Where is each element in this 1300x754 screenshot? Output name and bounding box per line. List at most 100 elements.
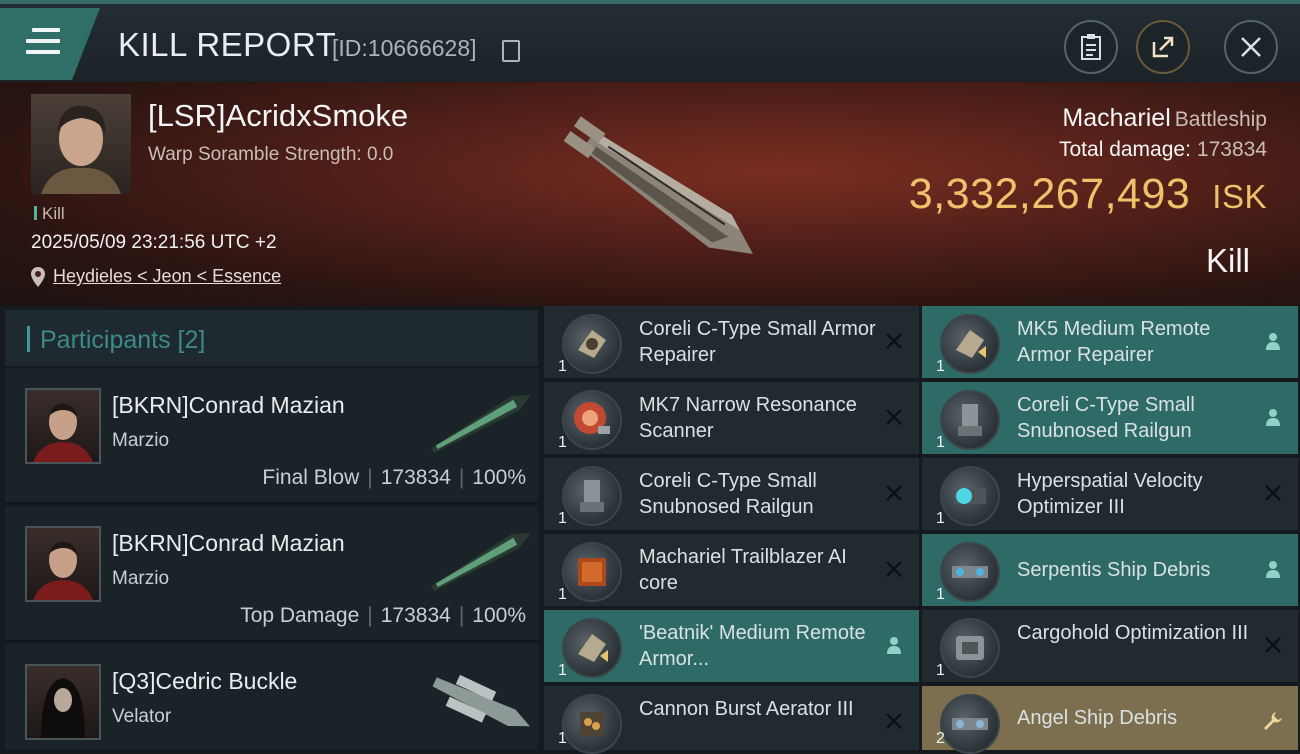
dropped-person-icon [1260,404,1286,430]
cargohold-icon [940,618,1000,678]
isk-value: 3,332,267,493 ISK [909,170,1267,219]
report-button[interactable] [1064,20,1118,74]
hamburger-icon [26,28,60,61]
item-name: 'Beatnik' Medium Remote Armor... [639,622,866,670]
remote-armor-icon [562,618,622,678]
participant-damage: 173834 [380,466,451,489]
item-quantity: 1 [558,586,567,603]
ship-class: Battleship [1174,108,1267,131]
scanner-icon [562,390,622,450]
destroyed-icon [881,404,907,430]
item-row[interactable]: 1 Machariel Trailblazer AI core [544,534,919,610]
item-name: Machariel Trailblazer AI core [639,546,847,594]
item-row[interactable]: 1 Coreli C-Type Small Snubnosed Railgun [544,458,919,534]
participant-role: Final Blow [262,466,360,489]
share-icon [1152,36,1174,58]
participant-role: Top Damage [240,604,360,627]
kill-id: [ID:10666628] [332,35,477,61]
ship-name-text: Machariel [1062,104,1171,132]
item-row[interactable]: 1 Hyperspatial Velocity Optimizer III [922,458,1298,534]
participant-row[interactable]: [BKRN]Conrad Mazian Marzio Top Damage | 17… [5,506,538,642]
ai-core-icon [562,542,622,602]
location-link[interactable]: Heydieles < Jeon < Essence [31,266,281,287]
destroyed-icon [881,328,907,354]
item-name: Coreli C-Type Small Snubnosed Railgun [639,470,817,518]
kill-tag: Kill [34,204,65,224]
participants-header: Participants [2] [5,310,538,366]
participant-ship: Marzio [112,568,170,589]
isk-amount: 3,332,267,493 [908,170,1191,218]
dropped-person-icon [881,632,907,658]
item-row[interactable]: 1 MK7 Narrow Resonance Scanner [544,382,919,458]
item-quantity: 1 [936,434,945,451]
item-quantity: 1 [558,730,567,747]
remote-armor-icon [940,314,1000,374]
participant-ship-image [431,532,532,592]
participant-stats: Top Damage | 173834 | 100% [240,604,526,627]
wrench-icon [1260,708,1286,734]
kill-datetime: 2025/05/09 23:21:56 UTC +2 [31,232,277,253]
item-quantity: 1 [558,358,567,375]
item-row[interactable]: 2 Angel Ship Debris [922,686,1298,754]
item-quantity: 1 [558,510,567,527]
item-name: Hyperspatial Velocity Optimizer III [1017,470,1203,518]
item-name: MK5 Medium Remote Armor Repairer [1017,318,1211,366]
item-quantity: 1 [936,586,945,603]
victim-portrait[interactable] [31,94,131,194]
item-quantity: 1 [936,510,945,527]
item-name: Cargohold Optimization III [1017,622,1249,644]
item-row[interactable]: 1 Serpentis Ship Debris [922,534,1298,610]
armor-repairer-icon [562,314,622,374]
participant-name: [BKRN]Conrad Mazian [112,530,345,556]
total-damage-label: Total damage: [1059,138,1191,161]
participant-row[interactable]: [BKRN]Conrad Mazian Marzio Final Blow | 17… [5,368,538,504]
ship-image [563,116,753,254]
item-row[interactable]: 1 MK5 Medium Remote Armor Repairer [922,306,1298,382]
item-row[interactable]: 1 Coreli C-Type Small Armor Repairer [544,306,919,382]
railgun-icon [940,390,1000,450]
participant-name: [Q3]Cedric Buckle [112,668,298,694]
item-row[interactable]: 1 'Beatnik' Medium Remote Armor... [544,610,919,686]
participant-ship: Marzio [112,430,170,451]
item-name: Cannon Burst Aerator III [639,698,854,720]
participant-ship-image [432,674,530,727]
ship-name[interactable]: Machariel Battleship [1062,104,1267,133]
dropped-person-icon [1260,556,1286,582]
item-name: Coreli C-Type Small Snubnosed Railgun [1017,394,1195,442]
participant-percent: 100% [472,604,526,627]
item-quantity: 1 [936,358,945,375]
destroyed-icon [881,556,907,582]
victim-banner: [LSR]AcridxSmoke Warp Soramble Strength:… [0,82,1300,306]
item-row[interactable]: 1 Cargohold Optimization III [922,610,1298,686]
scram-strength: Warp Soramble Strength: 0.0 [148,144,394,165]
total-damage-value: 173834 [1196,138,1267,161]
location-pin-icon [31,266,45,287]
destroyed-icon [1260,480,1286,506]
participant-ship-image [431,394,532,454]
burst-aerator-icon [562,694,622,754]
destroyed-icon [881,480,907,506]
participant-ship: Velator [112,706,172,727]
participant-row[interactable]: [Q3]Cedric Buckle Velator [5,644,538,750]
close-button[interactable] [1224,20,1278,74]
close-icon [1241,37,1261,57]
velocity-optimizer-icon [940,466,1000,526]
railgun-icon [562,466,622,526]
participant-name: [BKRN]Conrad Mazian [112,392,345,418]
destroyed-icon [881,708,907,734]
item-row[interactable]: 1 Cannon Burst Aerator III [544,686,919,754]
ship-debris-icon [940,694,1000,754]
participant-avatar [25,388,101,464]
item-row[interactable]: 1 Coreli C-Type Small Snubnosed Railgun [922,382,1298,458]
copy-icon[interactable] [502,40,520,62]
menu-button[interactable] [0,8,100,80]
item-name: Serpentis Ship Debris [1017,559,1211,581]
victim-name[interactable]: [LSR]AcridxSmoke [148,98,408,134]
ship-debris-icon [940,542,1000,602]
location-text[interactable]: Heydieles < Jeon < Essence [53,266,281,287]
participants-title: Participants [2] [27,326,205,355]
participant-percent: 100% [472,466,526,489]
share-button[interactable] [1136,20,1190,74]
item-quantity: 1 [936,662,945,679]
participant-damage: 173834 [380,604,451,627]
